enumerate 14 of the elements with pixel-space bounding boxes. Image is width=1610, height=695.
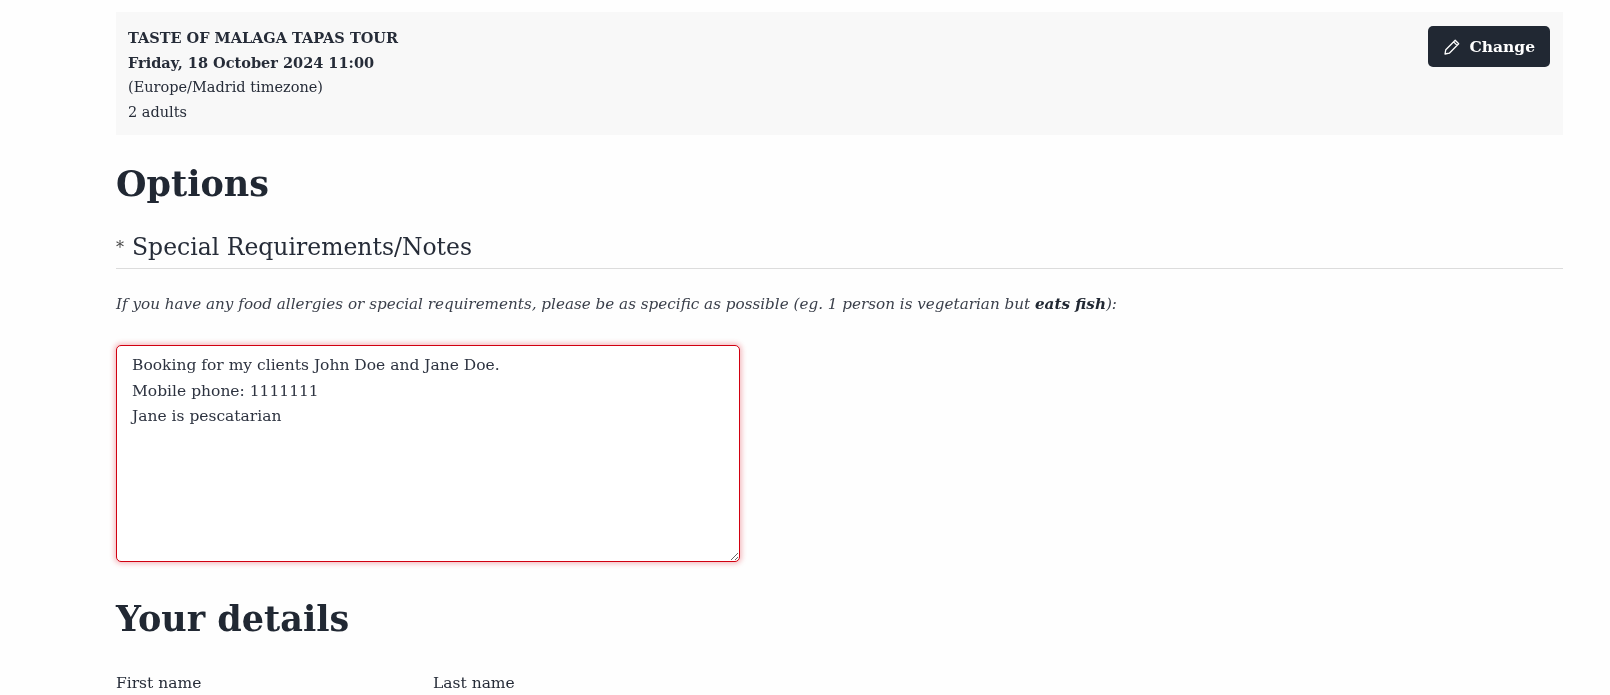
section-heading: Your details [116,597,351,641]
change-button[interactable]: Change [1428,26,1550,67]
field-label: First name [116,674,202,692]
timezone-text: (Europe/Madrid timezone) [128,78,324,97]
tour-date: Friday, 18 October 2024 11:00 [128,53,376,73]
section-heading: Options [116,162,270,206]
help-text: If you have any food allergies or special requirements, please be as specific as possible (eg. 1 person is vegetarian but eats fish): [116,294,1118,315]
field-label: Special Requirements/Notes [132,232,473,263]
pencil-icon [1444,38,1461,55]
required-mark: * [116,238,124,257]
guest-count: 2 adults [128,103,188,122]
field-label: Last name [433,674,515,692]
notes-field[interactable]: Booking for my clients John Doe and Jane Doe. Mobile phone: 1111111 Jane is pescatarian [116,345,740,562]
tour-title: TASTE OF MALAGA TAPAS TOUR [128,28,398,48]
